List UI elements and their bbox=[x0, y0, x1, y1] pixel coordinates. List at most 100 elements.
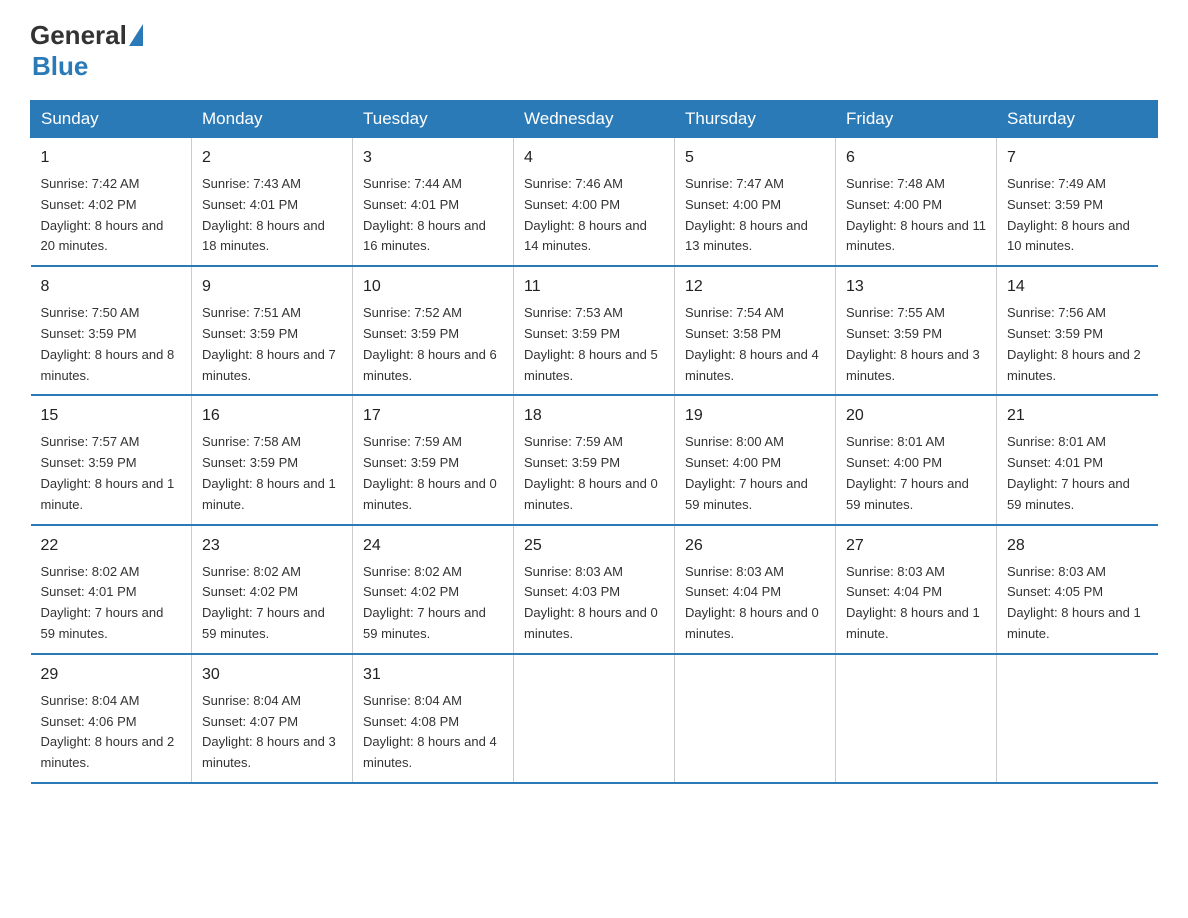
calendar-cell: 10Sunrise: 7:52 AMSunset: 3:59 PMDayligh… bbox=[353, 266, 514, 395]
day-info: Sunrise: 7:54 AMSunset: 3:58 PMDaylight:… bbox=[685, 303, 825, 386]
calendar-cell: 14 Sunrise: 7:56 AMSunset: 3:59 PMDayligh… bbox=[997, 266, 1158, 395]
calendar-cell: 1Sunrise: 7:42 AMSunset: 4:02 PMDaylight… bbox=[31, 138, 192, 267]
day-number: 30 bbox=[202, 663, 342, 687]
day-number: 9 bbox=[202, 275, 342, 299]
calendar-cell: 30 Sunrise: 8:04 AMSunset: 4:07 PMDayligh… bbox=[192, 654, 353, 783]
calendar-cell: 28Sunrise: 8:03 AMSunset: 4:05 PMDayligh… bbox=[997, 525, 1158, 654]
calendar-cell: 15Sunrise: 7:57 AMSunset: 3:59 PMDayligh… bbox=[31, 395, 192, 524]
day-number: 2 bbox=[202, 146, 342, 170]
day-info: Sunrise: 7:56 AMSunset: 3:59 PMDaylight:… bbox=[1007, 303, 1148, 386]
calendar-cell: 20 Sunrise: 8:01 AMSunset: 4:00 PMDayligh… bbox=[836, 395, 997, 524]
day-info: Sunrise: 7:59 AMSunset: 3:59 PMDaylight:… bbox=[524, 432, 664, 515]
day-info: Sunrise: 8:03 AMSunset: 4:04 PMDaylight:… bbox=[685, 562, 825, 645]
day-number: 23 bbox=[202, 534, 342, 558]
calendar-cell: 19 Sunrise: 8:00 AMSunset: 4:00 PMDayligh… bbox=[675, 395, 836, 524]
calendar-cell: 31 Sunrise: 8:04 AMSunset: 4:08 PMDayligh… bbox=[353, 654, 514, 783]
week-row-1: 1Sunrise: 7:42 AMSunset: 4:02 PMDaylight… bbox=[31, 138, 1158, 267]
day-number: 12 bbox=[685, 275, 825, 299]
day-number: 1 bbox=[41, 146, 182, 170]
day-info: Sunrise: 7:58 AMSunset: 3:59 PMDaylight:… bbox=[202, 432, 342, 515]
calendar-cell: 16 Sunrise: 7:58 AMSunset: 3:59 PMDayligh… bbox=[192, 395, 353, 524]
day-number: 22 bbox=[41, 534, 182, 558]
column-header-friday: Friday bbox=[836, 101, 997, 138]
day-info: Sunrise: 7:51 AMSunset: 3:59 PMDaylight:… bbox=[202, 303, 342, 386]
day-info: Sunrise: 8:02 AMSunset: 4:02 PMDaylight:… bbox=[363, 562, 503, 645]
week-row-2: 8 Sunrise: 7:50 AMSunset: 3:59 PMDaylight… bbox=[31, 266, 1158, 395]
day-number: 26 bbox=[685, 534, 825, 558]
day-info: Sunrise: 8:04 AMSunset: 4:08 PMDaylight:… bbox=[363, 691, 503, 774]
calendar-cell: 5 Sunrise: 7:47 AMSunset: 4:00 PMDaylight… bbox=[675, 138, 836, 267]
week-row-4: 22 Sunrise: 8:02 AMSunset: 4:01 PMDayligh… bbox=[31, 525, 1158, 654]
day-number: 21 bbox=[1007, 404, 1148, 428]
day-number: 13 bbox=[846, 275, 986, 299]
day-number: 24 bbox=[363, 534, 503, 558]
day-number: 14 bbox=[1007, 275, 1148, 299]
column-header-tuesday: Tuesday bbox=[353, 101, 514, 138]
calendar-cell bbox=[514, 654, 675, 783]
day-info: Sunrise: 7:53 AMSunset: 3:59 PMDaylight:… bbox=[524, 303, 664, 386]
day-info: Sunrise: 7:49 AMSunset: 3:59 PMDaylight:… bbox=[1007, 174, 1148, 257]
day-info: Sunrise: 8:04 AMSunset: 4:07 PMDaylight:… bbox=[202, 691, 342, 774]
day-info: Sunrise: 7:46 AMSunset: 4:00 PMDaylight:… bbox=[524, 174, 664, 257]
calendar-cell: 27Sunrise: 8:03 AMSunset: 4:04 PMDayligh… bbox=[836, 525, 997, 654]
column-header-saturday: Saturday bbox=[997, 101, 1158, 138]
day-info: Sunrise: 8:02 AMSunset: 4:01 PMDaylight:… bbox=[41, 562, 182, 645]
calendar-table: SundayMondayTuesdayWednesdayThursdayFrid… bbox=[30, 100, 1158, 784]
day-info: Sunrise: 7:55 AMSunset: 3:59 PMDaylight:… bbox=[846, 303, 986, 386]
page-header: General Blue bbox=[30, 20, 1158, 82]
calendar-cell: 22 Sunrise: 8:02 AMSunset: 4:01 PMDayligh… bbox=[31, 525, 192, 654]
day-info: Sunrise: 7:47 AMSunset: 4:00 PMDaylight:… bbox=[685, 174, 825, 257]
day-number: 20 bbox=[846, 404, 986, 428]
calendar-cell: 17Sunrise: 7:59 AMSunset: 3:59 PMDayligh… bbox=[353, 395, 514, 524]
column-header-thursday: Thursday bbox=[675, 101, 836, 138]
day-info: Sunrise: 7:50 AMSunset: 3:59 PMDaylight:… bbox=[41, 303, 182, 386]
day-info: Sunrise: 8:01 AMSunset: 4:00 PMDaylight:… bbox=[846, 432, 986, 515]
column-header-sunday: Sunday bbox=[31, 101, 192, 138]
calendar-cell: 9 Sunrise: 7:51 AMSunset: 3:59 PMDaylight… bbox=[192, 266, 353, 395]
calendar-cell: 25 Sunrise: 8:03 AMSunset: 4:03 PMDayligh… bbox=[514, 525, 675, 654]
day-number: 5 bbox=[685, 146, 825, 170]
logo: General Blue bbox=[30, 20, 143, 82]
calendar-cell: 11Sunrise: 7:53 AMSunset: 3:59 PMDayligh… bbox=[514, 266, 675, 395]
logo-triangle-icon bbox=[129, 24, 143, 46]
calendar-cell: 26 Sunrise: 8:03 AMSunset: 4:04 PMDayligh… bbox=[675, 525, 836, 654]
day-number: 6 bbox=[846, 146, 986, 170]
calendar-cell: 24 Sunrise: 8:02 AMSunset: 4:02 PMDayligh… bbox=[353, 525, 514, 654]
day-info: Sunrise: 7:44 AMSunset: 4:01 PMDaylight:… bbox=[363, 174, 503, 257]
day-number: 17 bbox=[363, 404, 503, 428]
week-row-3: 15Sunrise: 7:57 AMSunset: 3:59 PMDayligh… bbox=[31, 395, 1158, 524]
day-number: 3 bbox=[363, 146, 503, 170]
calendar-cell: 18 Sunrise: 7:59 AMSunset: 3:59 PMDayligh… bbox=[514, 395, 675, 524]
day-number: 25 bbox=[524, 534, 664, 558]
day-info: Sunrise: 8:00 AMSunset: 4:00 PMDaylight:… bbox=[685, 432, 825, 515]
day-info: Sunrise: 8:02 AMSunset: 4:02 PMDaylight:… bbox=[202, 562, 342, 645]
day-number: 18 bbox=[524, 404, 664, 428]
day-number: 28 bbox=[1007, 534, 1148, 558]
day-number: 31 bbox=[363, 663, 503, 687]
calendar-cell: 6Sunrise: 7:48 AMSunset: 4:00 PMDaylight… bbox=[836, 138, 997, 267]
day-info: Sunrise: 8:04 AMSunset: 4:06 PMDaylight:… bbox=[41, 691, 182, 774]
calendar-cell: 4 Sunrise: 7:46 AMSunset: 4:00 PMDaylight… bbox=[514, 138, 675, 267]
calendar-cell: 7Sunrise: 7:49 AMSunset: 3:59 PMDaylight… bbox=[997, 138, 1158, 267]
day-number: 19 bbox=[685, 404, 825, 428]
day-number: 4 bbox=[524, 146, 664, 170]
day-number: 8 bbox=[41, 275, 182, 299]
calendar-cell: 13 Sunrise: 7:55 AMSunset: 3:59 PMDayligh… bbox=[836, 266, 997, 395]
column-header-wednesday: Wednesday bbox=[514, 101, 675, 138]
calendar-cell bbox=[836, 654, 997, 783]
day-number: 15 bbox=[41, 404, 182, 428]
day-info: Sunrise: 8:03 AMSunset: 4:03 PMDaylight:… bbox=[524, 562, 664, 645]
calendar-cell: 29Sunrise: 8:04 AMSunset: 4:06 PMDayligh… bbox=[31, 654, 192, 783]
day-number: 16 bbox=[202, 404, 342, 428]
calendar-cell bbox=[675, 654, 836, 783]
week-row-5: 29Sunrise: 8:04 AMSunset: 4:06 PMDayligh… bbox=[31, 654, 1158, 783]
day-info: Sunrise: 7:43 AMSunset: 4:01 PMDaylight:… bbox=[202, 174, 342, 257]
calendar-cell: 8 Sunrise: 7:50 AMSunset: 3:59 PMDaylight… bbox=[31, 266, 192, 395]
day-number: 10 bbox=[363, 275, 503, 299]
logo-general-text: General bbox=[30, 20, 127, 51]
calendar-cell: 23 Sunrise: 8:02 AMSunset: 4:02 PMDayligh… bbox=[192, 525, 353, 654]
day-info: Sunrise: 8:01 AMSunset: 4:01 PMDaylight:… bbox=[1007, 432, 1148, 515]
column-header-monday: Monday bbox=[192, 101, 353, 138]
calendar-cell: 21 Sunrise: 8:01 AMSunset: 4:01 PMDayligh… bbox=[997, 395, 1158, 524]
day-number: 27 bbox=[846, 534, 986, 558]
